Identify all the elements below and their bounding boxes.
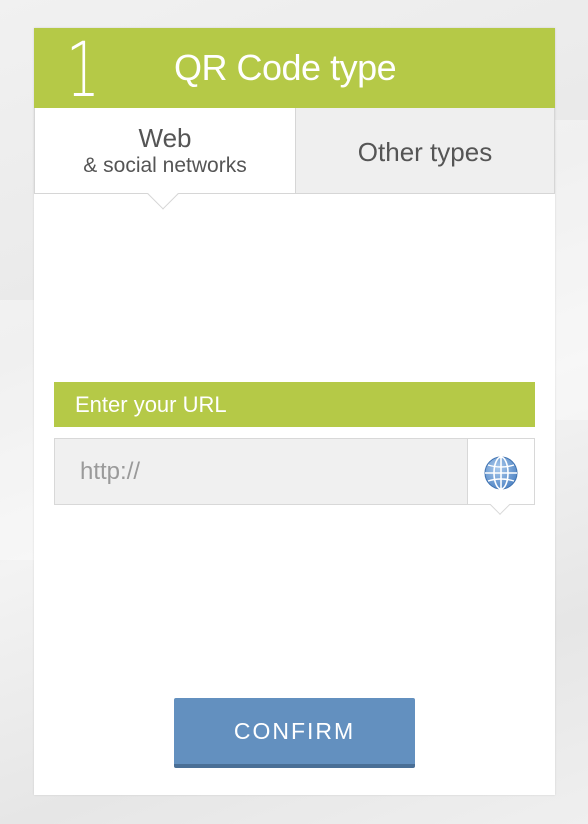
tab-other-types[interactable]: Other types: [296, 108, 555, 194]
tab-other-types-label: Other types: [357, 137, 493, 167]
background-shard: [555, 120, 588, 420]
globe-button[interactable]: [467, 438, 535, 505]
background-shard: [0, 300, 34, 560]
tab-web-label: Web: [138, 123, 192, 153]
globe-icon: [484, 456, 518, 490]
url-section-label: Enter your URL: [54, 382, 535, 427]
type-tabs: Web & social networks Other types: [34, 108, 555, 195]
step-number: 1: [66, 25, 100, 114]
url-input[interactable]: [54, 438, 468, 505]
card-header: 1 QR Code type: [34, 28, 555, 112]
tab-web-sublabel: & social networks: [83, 154, 247, 177]
confirm-button[interactable]: CONFIRM: [174, 698, 415, 768]
qr-type-card: 1 QR Code type Web & social networks Oth…: [34, 28, 555, 795]
card-title: QR Code type: [174, 47, 397, 88]
